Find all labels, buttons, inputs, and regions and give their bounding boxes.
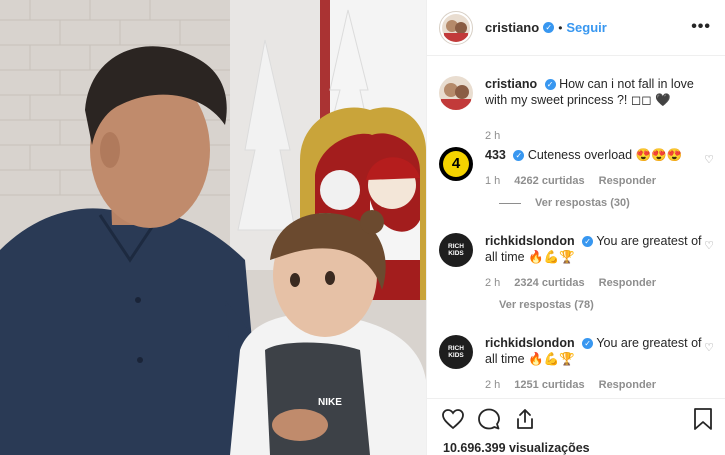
comment-username[interactable]: 433	[485, 148, 506, 162]
author-avatar-ring[interactable]	[439, 10, 473, 45]
reply-button[interactable]: Responder	[599, 175, 656, 187]
view-replies-label[interactable]: Ver respostas (30)	[535, 197, 630, 209]
comment-text: Cuteness overload 😍😍😍	[527, 148, 683, 162]
comment-likes[interactable]: 1251 curtidas	[514, 379, 584, 391]
follow-button[interactable]: Seguir	[566, 20, 606, 35]
post-video[interactable]: NIKE	[0, 0, 426, 455]
post-header: cristiano ✓ • Seguir •••	[427, 0, 725, 56]
video-frame-image: NIKE	[0, 0, 426, 455]
view-replies[interactable]: Ver respostas (30)	[499, 197, 714, 209]
more-icon[interactable]: •••	[691, 18, 711, 36]
comment-heart-icon[interactable]: ♡	[704, 239, 714, 252]
comment-heart-icon[interactable]: ♡	[704, 153, 714, 166]
caption-time[interactable]: 2 h	[485, 130, 500, 142]
separator-dot: •	[558, 20, 563, 35]
verified-icon: ✓	[543, 22, 555, 33]
comment-avatar-richkids[interactable]: RICH KIDS	[439, 233, 473, 267]
comment-avatar-richkids[interactable]: RICH KIDS	[439, 335, 473, 369]
view-replies[interactable]: Ver respostas (78)	[499, 299, 714, 311]
comment-avatar-label: 4	[443, 151, 469, 177]
replies-line	[499, 202, 521, 204]
comment-item: RICH KIDS richkidslondon ✓ You are great…	[439, 335, 714, 391]
comment-item: RICH KIDS richkidslondon ✓ You are great…	[439, 233, 714, 311]
verified-icon: ✓	[513, 150, 525, 161]
caption-avatar[interactable]	[439, 76, 473, 110]
comment-icon[interactable]	[477, 407, 501, 431]
author-username[interactable]: cristiano	[485, 20, 539, 35]
comment-username[interactable]: richkidslondon	[485, 234, 575, 248]
reply-button[interactable]: Responder	[599, 379, 656, 391]
verified-icon: ✓	[582, 338, 594, 349]
comment-item: 4 433 ✓ Cuteness overload 😍😍😍 ♡ 1 h 4262…	[439, 147, 714, 209]
verified-icon: ✓	[582, 236, 594, 247]
author-avatar[interactable]	[442, 13, 470, 42]
comment-time[interactable]: 1 h	[485, 175, 500, 187]
comment-likes[interactable]: 2324 curtidas	[514, 277, 584, 289]
comment-heart-icon[interactable]: ♡	[704, 341, 714, 354]
comment-username[interactable]: richkidslondon	[485, 336, 575, 350]
comment-avatar-label: RICH KIDS	[448, 243, 464, 257]
heart-icon[interactable]	[441, 407, 465, 431]
view-replies-label[interactable]: Ver respostas (78)	[499, 299, 594, 311]
share-icon[interactable]	[513, 407, 537, 431]
post-actions: 10.696.399 visualizações	[427, 398, 725, 455]
caption: cristiano ✓ How can i not fall in love w…	[439, 76, 714, 142]
comment-likes[interactable]: 4262 curtidas	[514, 175, 584, 187]
comment-time[interactable]: 2 h	[485, 277, 500, 289]
comment-avatar-433[interactable]: 4	[439, 147, 473, 181]
caption-username[interactable]: cristiano	[485, 77, 537, 91]
verified-icon: ✓	[544, 79, 556, 90]
comments-panel: cristiano ✓ • Seguir ••• cristiano ✓ How…	[426, 0, 725, 455]
bookmark-icon[interactable]	[693, 407, 713, 431]
views-count[interactable]: 10.696.399 visualizações	[443, 441, 590, 455]
comment-time[interactable]: 2 h	[485, 379, 500, 391]
shirt-logo: NIKE	[318, 397, 342, 408]
comment-avatar-label: RICH KIDS	[448, 345, 464, 359]
reply-button[interactable]: Responder	[599, 277, 656, 289]
post-modal: NIKE cristiano ✓ • Seguir ••• cristiano …	[0, 0, 725, 455]
